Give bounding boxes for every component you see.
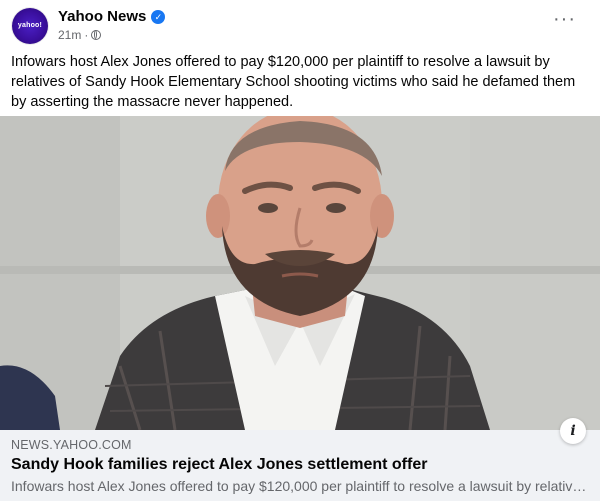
more-options-icon[interactable]: ··· <box>553 9 576 29</box>
facebook-post: yahoo! Yahoo News ✓ 21m · ··· Infowars h… <box>0 0 600 501</box>
avatar-logo-text: yahoo! <box>17 22 43 29</box>
meta-separator: · <box>84 28 89 42</box>
page-avatar[interactable]: yahoo! <box>12 8 48 44</box>
link-description: Infowars host Alex Jones offered to pay … <box>11 478 587 494</box>
post-caption: Infowars host Alex Jones offered to pay … <box>11 54 576 110</box>
article-photo-illustration <box>0 116 600 430</box>
verified-badge-icon: ✓ <box>151 9 166 24</box>
info-icon[interactable]: i <box>560 418 586 444</box>
article-photo[interactable] <box>0 116 600 430</box>
post-timestamp[interactable]: 21m <box>58 28 81 42</box>
post-header: yahoo! Yahoo News ✓ 21m · ··· <box>10 6 590 46</box>
page-name-link[interactable]: Yahoo News <box>58 8 146 25</box>
post-meta: 21m · <box>58 28 102 42</box>
link-preview[interactable]: NEWS.YAHOO.COM Sandy Hook families rejec… <box>0 430 600 501</box>
link-domain: NEWS.YAHOO.COM <box>11 438 132 452</box>
globe-icon <box>91 30 102 40</box>
link-title[interactable]: Sandy Hook families reject Alex Jones se… <box>11 456 427 474</box>
name-row: Yahoo News ✓ <box>58 8 166 25</box>
